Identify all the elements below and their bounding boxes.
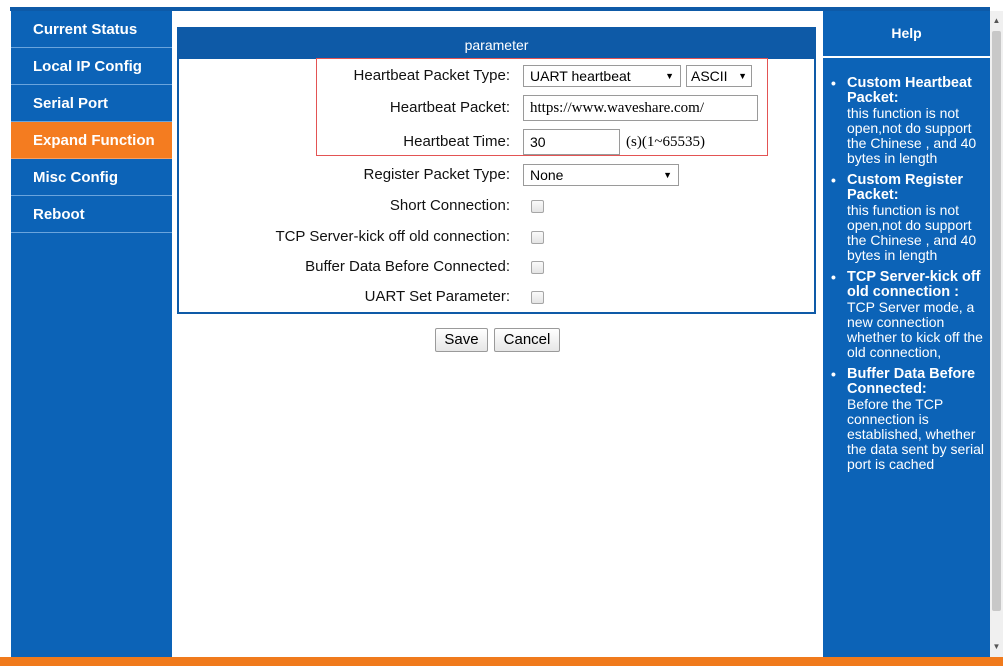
bullet-icon: • (831, 269, 836, 285)
help-item: • Custom Heartbeat Packet: this function… (823, 76, 990, 166)
short-connection-checkbox[interactable] (531, 199, 544, 213)
sidebar-item-expand-function[interactable]: Expand Function (11, 122, 172, 159)
register-type-select[interactable]: None ▼ (523, 164, 679, 186)
scrollbar[interactable]: ▲ ▼ (990, 11, 1003, 657)
help-item: • Custom Register Packet: this function … (823, 173, 990, 263)
heartbeat-type-row: Heartbeat Packet Type: UART heartbeat ▼ … (179, 61, 814, 91)
buffer-data-row: Buffer Data Before Connected: (179, 252, 814, 282)
parameter-panel: parameter Heartbeat Packet Type: UART he… (177, 27, 816, 314)
short-connection-label: Short Connection: (389, 197, 510, 214)
cancel-button[interactable]: Cancel (494, 328, 560, 352)
scroll-up-arrow-icon[interactable]: ▲ (990, 15, 1003, 27)
uart-set-checkbox[interactable] (531, 290, 544, 304)
heartbeat-packet-input[interactable]: https://www.waveshare.com/ (523, 95, 758, 121)
heartbeat-time-input[interactable]: 30 (523, 129, 620, 155)
heartbeat-time-unit: (s)(1~65535) (626, 133, 705, 150)
uart-set-label: UART Set Parameter: (364, 288, 510, 305)
register-type-row: Register Packet Type: None ▼ (179, 160, 814, 190)
help-item-title: Custom Heartbeat Packet: (847, 75, 972, 106)
help-item-text: this function is not open,not do support… (847, 105, 977, 166)
heartbeat-packet-label: Heartbeat Packet: (389, 99, 510, 116)
help-title: Help (823, 11, 990, 58)
register-type-label: Register Packet Type: (363, 166, 510, 183)
bullet-icon: • (831, 172, 836, 188)
tcp-kick-row: TCP Server-kick off old connection: (179, 222, 814, 252)
help-item-text: Before the TCP connection is established… (847, 396, 984, 472)
buffer-data-checkbox[interactable] (531, 260, 544, 274)
sidebar-item-reboot[interactable]: Reboot (11, 196, 172, 233)
help-item-title: Custom Register Packet: (847, 172, 964, 203)
uart-set-row: UART Set Parameter: (179, 282, 814, 312)
help-item-title: TCP Server-kick off old connection : (847, 269, 981, 300)
help-item-title: Buffer Data Before Connected: (847, 366, 976, 397)
help-item-text: this function is not open,not do support… (847, 202, 977, 263)
help-item: • TCP Server-kick off old connection : T… (823, 270, 990, 360)
help-item-text: TCP Server mode, a new connection whethe… (847, 299, 983, 360)
sidebar-item-current-status[interactable]: Current Status (11, 11, 172, 48)
buffer-data-label: Buffer Data Before Connected: (305, 258, 510, 275)
tcp-kick-checkbox[interactable] (531, 230, 544, 244)
heartbeat-format-select[interactable]: ASCII ▼ (686, 65, 752, 87)
register-type-value: None (530, 167, 564, 183)
sidebar-item-local-ip-config[interactable]: Local IP Config (11, 48, 172, 85)
help-list: • Custom Heartbeat Packet: this function… (823, 58, 990, 472)
tcp-kick-label: TCP Server-kick off old connection: (275, 228, 510, 245)
heartbeat-type-value: UART heartbeat (530, 68, 631, 84)
sidebar-nav: Current Status Local IP Config Serial Po… (11, 11, 172, 657)
panel-title: parameter (179, 29, 814, 59)
sidebar-item-misc-config[interactable]: Misc Config (11, 159, 172, 196)
scroll-down-arrow-icon[interactable]: ▼ (990, 641, 1003, 653)
short-connection-row: Short Connection: (179, 191, 814, 221)
bullet-icon: • (831, 75, 836, 91)
heartbeat-time-label: Heartbeat Time: (403, 133, 510, 150)
help-item: • Buffer Data Before Connected: Before t… (823, 367, 990, 472)
heartbeat-format-value: ASCII (691, 68, 728, 84)
sidebar-item-serial-port[interactable]: Serial Port (11, 85, 172, 122)
top-bar (0, 0, 1003, 11)
heartbeat-packet-row: Heartbeat Packet: https://www.waveshare.… (179, 93, 814, 123)
bullet-icon: • (831, 366, 836, 382)
chevron-down-icon: ▼ (665, 71, 674, 81)
heartbeat-time-row: Heartbeat Time: 30 (s)(1~65535) (179, 127, 814, 157)
chevron-down-icon: ▼ (663, 170, 672, 180)
heartbeat-type-select[interactable]: UART heartbeat ▼ (523, 65, 681, 87)
heartbeat-type-label: Heartbeat Packet Type: (353, 67, 510, 84)
save-button[interactable]: Save (435, 328, 488, 352)
bottom-bar (0, 657, 1003, 666)
chevron-down-icon: ▼ (738, 71, 747, 81)
help-panel: Help • Custom Heartbeat Packet: this fun… (823, 11, 990, 657)
scroll-thumb[interactable] (992, 31, 1001, 611)
